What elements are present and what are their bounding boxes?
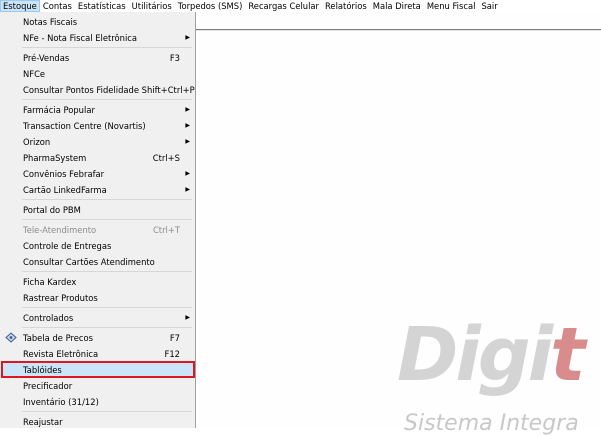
background-logo-subtitle: Sistema Integra	[404, 411, 579, 436]
menu-separator	[22, 327, 192, 328]
menu-utilitarios[interactable]: Utilitários	[129, 0, 175, 12]
menu-separator	[22, 47, 192, 48]
menu-item-cartao-linkedfarma[interactable]: Cartão LinkedFarma ▶	[2, 182, 194, 197]
submenu-arrow-icon: ▶	[185, 122, 190, 129]
menu-estatisticas[interactable]: Estatísticas	[75, 0, 129, 12]
menu-item-orizon[interactable]: Orizon ▶	[2, 134, 194, 149]
menu-relatorios[interactable]: Relatórios	[322, 0, 370, 12]
menu-contas[interactable]: Contas	[40, 0, 75, 12]
menu-recargas[interactable]: Recargas Celular	[245, 0, 322, 12]
submenu-arrow-icon: ▶	[185, 170, 190, 177]
menu-item-revista-eletronica[interactable]: Revista Eletrônica F12	[2, 346, 194, 361]
menu-torpedos[interactable]: Torpedos (SMS)	[175, 0, 246, 12]
toolbar-divider-highlight	[196, 30, 601, 31]
menu-separator	[22, 99, 192, 100]
menu-item-rastrear-produtos[interactable]: Rastrear Produtos	[2, 290, 194, 305]
menu-item-pharmasystem[interactable]: PharmaSystem Ctrl+S	[2, 150, 194, 165]
estoque-dropdown-menu: Notas Fiscais NFe - Nota Fiscal Eletrôni…	[0, 12, 196, 428]
menu-item-inventario[interactable]: Inventário (31/12)	[2, 394, 194, 409]
menu-item-nfe[interactable]: NFe - Nota Fiscal Eletrônica ▶	[2, 30, 194, 45]
price-table-icon	[5, 332, 17, 343]
menu-fiscal[interactable]: Menu Fiscal	[424, 0, 479, 12]
menu-mala-direta[interactable]: Mala Direta	[370, 0, 424, 12]
menu-item-farmacia-popular[interactable]: Farmácia Popular ▶	[2, 102, 194, 117]
submenu-arrow-icon: ▶	[185, 138, 190, 145]
submenu-arrow-icon: ▶	[185, 106, 190, 113]
submenu-arrow-icon: ▶	[185, 186, 190, 193]
menu-separator	[22, 411, 192, 412]
menu-item-precificador[interactable]: Precificador	[2, 378, 194, 393]
menu-item-controlados[interactable]: Controlados ▶	[2, 310, 194, 325]
menu-item-consultar-cartoes[interactable]: Consultar Cartões Atendimento	[2, 254, 194, 269]
menu-item-controle-entregas[interactable]: Controle de Entregas	[2, 238, 194, 253]
submenu-arrow-icon: ▶	[185, 314, 190, 321]
menu-sair[interactable]: Sair	[478, 0, 500, 12]
menu-item-notas-fiscais[interactable]: Notas Fiscais	[2, 14, 194, 29]
menu-estoque[interactable]: Estoque	[0, 0, 40, 12]
menu-separator	[22, 271, 192, 272]
menu-item-transaction-centre[interactable]: Transaction Centre (Novartis) ▶	[2, 118, 194, 133]
menu-item-tabloides[interactable]: Tablóides	[1, 361, 195, 378]
menu-item-tabela-precos[interactable]: Tabela de Precos F7	[2, 330, 194, 345]
menu-separator	[22, 219, 192, 220]
submenu-arrow-icon: ▶	[185, 34, 190, 41]
menu-separator	[22, 307, 192, 308]
menu-item-reajustar[interactable]: Reajustar	[2, 414, 194, 429]
menu-item-consultar-pontos[interactable]: Consultar Pontos Fidelidade Shift+Ctrl+P	[2, 82, 195, 97]
menu-item-ficha-kardex[interactable]: Ficha Kardex	[2, 274, 194, 289]
menu-item-nfce[interactable]: NFCe	[2, 66, 194, 81]
menu-item-convenios-febrafar[interactable]: Convênios Febrafar ▶	[2, 166, 194, 181]
menu-item-pre-vendas[interactable]: Pré-Vendas F3	[2, 50, 194, 65]
menu-item-portal-pbm[interactable]: Portal do PBM	[2, 202, 194, 217]
menu-separator	[22, 199, 192, 200]
background-logo: Digit	[397, 312, 586, 398]
menu-bar: Estoque Contas Estatísticas Utilitários …	[0, 0, 601, 12]
menu-item-tele-atendimento: Tele-Atendimento Ctrl+T	[23, 224, 180, 235]
